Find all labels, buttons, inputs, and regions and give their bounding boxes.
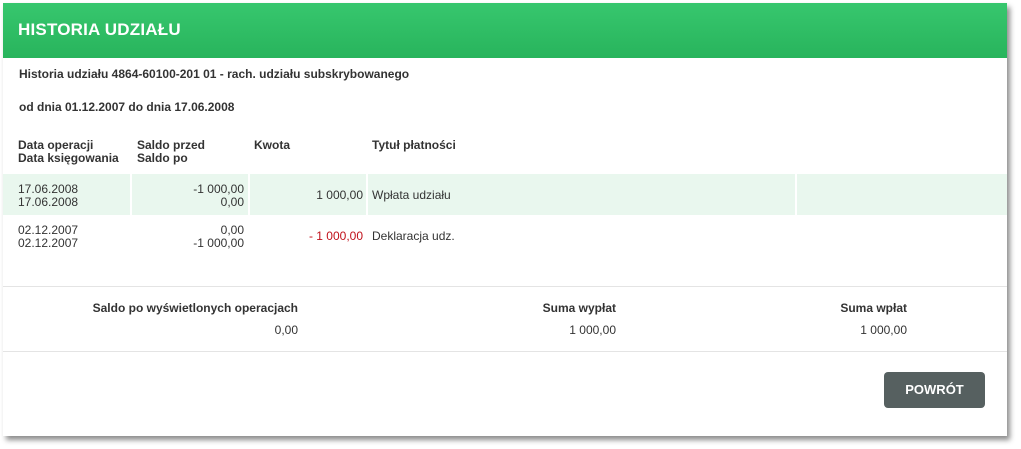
row-amount: - 1 000,00: [308, 229, 363, 243]
row-date-booking: 17.06.2008: [18, 195, 79, 209]
summary-balance-value: 0,00: [274, 323, 298, 337]
header-balance-after: Saldo po: [137, 151, 188, 165]
summary-withdrawals-label: Suma wypłat: [542, 301, 616, 315]
row-payment-title: Deklaracja udz.: [372, 229, 455, 243]
column-separator: [248, 174, 250, 215]
row-payment-title: Wpłata udziału: [372, 188, 451, 202]
page-title: HISTORIA UDZIAŁU: [18, 20, 181, 39]
summary-withdrawals-value: 1 000,00: [569, 323, 616, 337]
header-amount: Kwota: [254, 138, 290, 152]
row-amount: 1 000,00: [316, 188, 363, 202]
summary-bottom-divider: [3, 351, 1007, 352]
summary-deposits-label: Suma wpłat: [840, 301, 907, 315]
account-info: Historia udziału 4864-60100-201 01 - rac…: [19, 67, 410, 81]
row-balance-after: 0,00: [220, 195, 244, 209]
date-range-info: od dnia 01.12.2007 do dnia 17.06.2008: [19, 100, 235, 114]
summary-top-divider: [3, 286, 1007, 287]
header-date-booking: Data księgowania: [18, 151, 119, 165]
column-separator: [366, 174, 368, 215]
column-separator: [130, 174, 132, 215]
column-separator: [795, 174, 797, 215]
table-row: 17.06.2008 17.06.2008 -1 000,00 0,00 1 0…: [3, 174, 1007, 215]
summary-balance-label: Saldo po wyświetlonych operacjach: [92, 301, 298, 315]
back-button[interactable]: POWRÓT: [884, 372, 985, 408]
summary-deposits-value: 1 000,00: [860, 323, 907, 337]
row-balance-after: -1 000,00: [193, 236, 244, 250]
table-row: 02.12.2007 02.12.2007 0,00 -1 000,00 - 1…: [3, 215, 1007, 256]
header-payment-title: Tytuł płatności: [372, 138, 456, 152]
panel-header: HISTORIA UDZIAŁU: [3, 3, 1007, 58]
share-history-panel: HISTORIA UDZIAŁU Historia udziału 4864-6…: [3, 3, 1007, 436]
row-date-booking: 02.12.2007: [18, 236, 79, 250]
